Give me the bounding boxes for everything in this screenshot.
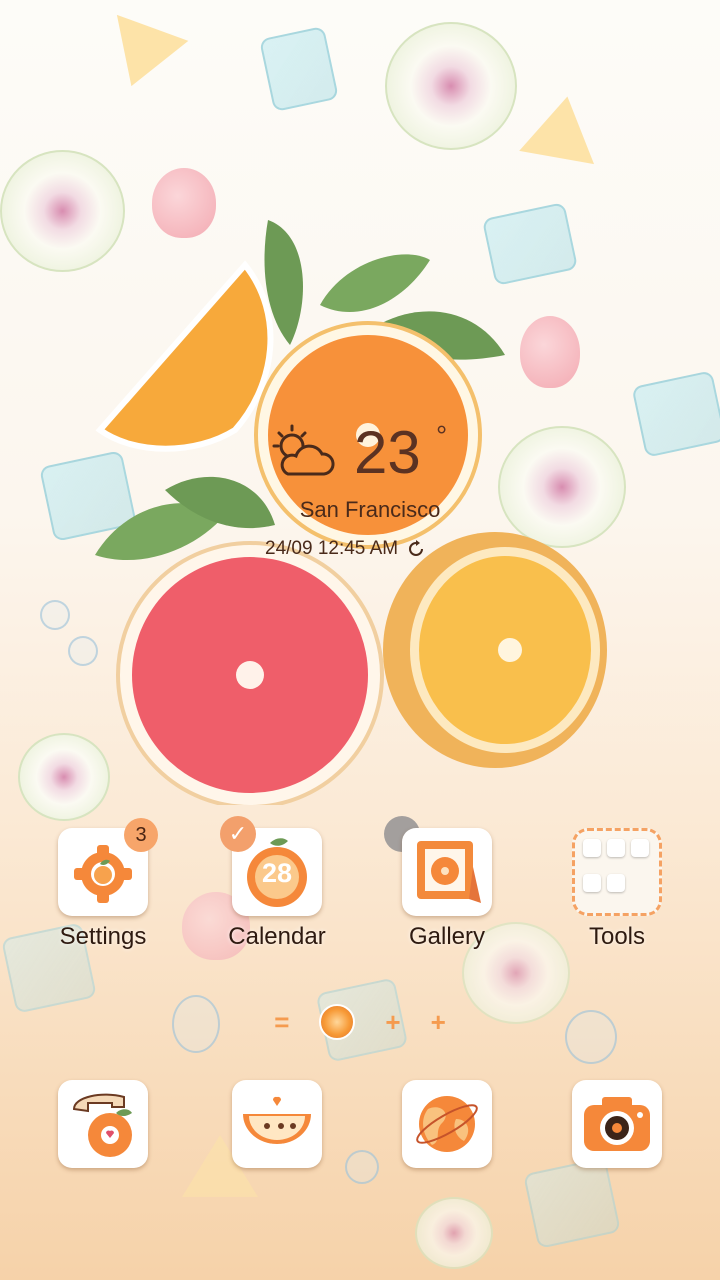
mini-app-icon [631, 839, 649, 857]
app-label: Tools [588, 923, 646, 950]
app-tools-folder[interactable]: Tools [542, 828, 692, 951]
dock-camera[interactable] [542, 1080, 692, 1168]
wallpaper-lemon-wedge [95, 14, 189, 100]
wallpaper-ice [631, 370, 720, 458]
degree-symbol: ° [436, 420, 448, 451]
dock-messages[interactable] [202, 1080, 352, 1168]
app-label: Gallery [408, 923, 486, 950]
wallpaper-bubble [40, 600, 70, 630]
app-gallery[interactable]: Gallery [372, 828, 522, 951]
mini-app-icon [583, 839, 601, 857]
wallpaper-ice [259, 25, 339, 113]
dock-browser[interactable] [372, 1080, 522, 1168]
clock-datetime: 24/09 12:45 AM [265, 538, 426, 560]
app-icon-box [232, 1080, 322, 1168]
app-icon-box: 3 [58, 818, 158, 916]
phone-icon [72, 1093, 132, 1157]
page-indicator-add[interactable]: + [431, 1007, 446, 1038]
app-icon-box [402, 1080, 492, 1168]
weather-widget[interactable]: 23 ° [268, 418, 468, 488]
page-indicator: = + + [0, 1004, 720, 1040]
app-icon-box [58, 1080, 148, 1168]
app-label: Calendar [228, 923, 326, 950]
notification-badge: 3 [124, 818, 158, 852]
wallpaper-fruit [385, 22, 517, 150]
mini-app-icon [607, 839, 625, 857]
page-indicator-left[interactable]: = [274, 1007, 289, 1038]
datetime-text: 24/09 12:45 AM [265, 538, 399, 559]
wallpaper-fruit [415, 1197, 493, 1269]
wallpaper-lemon-wedge [519, 89, 605, 165]
calendar-date: 28 [261, 858, 293, 888]
partly-cloudy-icon [272, 424, 335, 476]
temperature: 23 [354, 419, 421, 486]
gear-orange-icon [74, 845, 132, 903]
page-indicator-add[interactable]: + [385, 1007, 400, 1038]
app-settings[interactable]: 3 Settings [28, 818, 178, 951]
dock-phone[interactable] [28, 1080, 178, 1168]
app-label: Settings [59, 923, 147, 950]
browser-icon [416, 1096, 478, 1152]
weather-city: San Francisco [299, 497, 441, 522]
app-icon-box [402, 828, 492, 916]
refresh-icon[interactable] [406, 539, 426, 559]
mini-app-icon [607, 874, 625, 892]
photo-frame-icon [417, 841, 481, 903]
messages-icon [243, 1096, 311, 1144]
camera-icon [584, 1097, 650, 1151]
folder-icon [572, 828, 662, 916]
app-icon-box [572, 1080, 662, 1168]
selected-check-icon: ✓ [220, 816, 256, 852]
app-calendar[interactable]: 28 ✓ Calendar [202, 816, 352, 951]
page-indicator-current[interactable] [319, 1004, 356, 1040]
mini-app-icon [583, 874, 601, 892]
wallpaper-ice [523, 1157, 621, 1249]
app-icon-box: 28 ✓ [220, 816, 322, 916]
